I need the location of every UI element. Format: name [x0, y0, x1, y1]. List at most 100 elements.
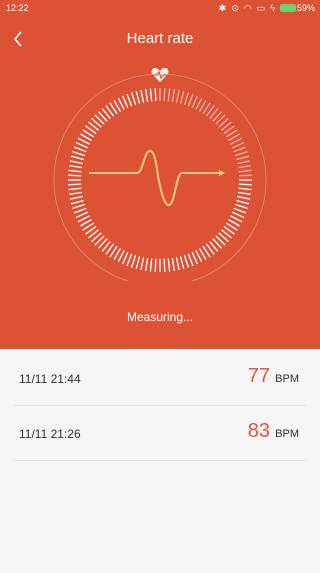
gauge-tick: [237, 191, 251, 196]
gauge-tick: [130, 92, 137, 106]
gauge-tick: [121, 95, 129, 109]
gauge-tick: [72, 150, 86, 157]
gauge-tick: [68, 169, 82, 173]
gauge-tick: [68, 183, 82, 186]
battery-icon: [280, 4, 296, 12]
gauge-tick: [187, 253, 194, 267]
gauge-tick: [69, 195, 83, 200]
gauge-tick: [117, 250, 125, 263]
gauge-ticks: [68, 88, 252, 272]
history-bpm-unit: BPM: [275, 428, 299, 440]
gauge-tick: [73, 146, 87, 153]
gauge-tick: [238, 183, 252, 186]
alarm-icon: ⊙: [231, 3, 239, 13]
gauge-tick: [179, 90, 185, 104]
gauge-tick: [149, 258, 153, 272]
gauge-tick: [167, 258, 171, 272]
gauge-tick: [175, 89, 180, 103]
gauge-tick: [233, 207, 247, 214]
gauge-tick: [231, 211, 245, 219]
gauge-tick: [144, 89, 149, 103]
history-list: 11/11 21:44 77 BPM 11/11 21:26 83 BPM: [0, 349, 320, 573]
gauge-tick: [135, 90, 141, 104]
gauge-tick: [230, 215, 243, 223]
gauge-tick: [154, 258, 157, 272]
measuring-status: Measuring...: [126, 310, 194, 324]
sim-icon: ▭: [256, 3, 266, 13]
status-bar: 12:22 ✱ ⊙ ◠ ▭ ϟ 59%: [0, 0, 320, 18]
bluetooth-icon: ✱: [218, 3, 227, 13]
gauge-tick: [126, 93, 133, 107]
gauge-tick: [171, 257, 176, 271]
battery-percent: 59%: [296, 3, 315, 13]
gauge-tick: [77, 215, 90, 223]
gauge-tick: [77, 137, 90, 145]
gauge-tick: [234, 150, 248, 157]
gauge-tick: [179, 256, 185, 270]
gauge-tick: [73, 207, 87, 214]
gauge-tick: [75, 141, 89, 149]
gauge-tick: [68, 187, 82, 191]
gauge-tick: [70, 199, 84, 205]
gauge-tick: [149, 88, 153, 102]
outer-ring: [53, 73, 267, 287]
gauge-tick: [238, 174, 252, 177]
wifi-icon: ◠: [243, 3, 252, 13]
charging-icon: ϟ: [270, 3, 275, 13]
gauge-tick: [163, 88, 166, 102]
gauge-tick: [135, 256, 141, 270]
gauge-tick: [70, 155, 84, 161]
gauge-tick: [140, 89, 145, 103]
heart-pulse-icon: [151, 67, 169, 82]
gauge-tick: [171, 89, 176, 103]
gauge-tick: [195, 250, 203, 263]
gauge-tick: [69, 164, 83, 169]
gauge-tick: [191, 95, 199, 109]
history-row[interactable]: 11/11 21:44 77 BPM: [0, 351, 320, 407]
history-bpm-value: 77: [247, 365, 270, 387]
history-datetime: 11/11 21:44: [19, 372, 81, 386]
gauge-tick: [154, 88, 157, 102]
gauge-tick: [237, 164, 251, 169]
gauge-tick: [69, 160, 83, 165]
gauge-tick: [238, 169, 252, 173]
history-bpm-value: 83: [247, 420, 270, 442]
gauge-tick: [175, 257, 180, 271]
heart-rate-panel: 12:22 ✱ ⊙ ◠ ▭ ϟ 59% Heart rate Measuring…: [0, 0, 320, 349]
gauge-tick: [126, 253, 133, 267]
gauge-tick: [121, 251, 129, 265]
gauge-tick: [237, 160, 251, 165]
gauge-tick: [191, 251, 199, 265]
gauge-tick: [75, 211, 89, 219]
gauge-tick: [234, 203, 248, 210]
history-bpm-unit: BPM: [275, 373, 299, 385]
gauge-tick: [236, 155, 250, 161]
gauge-tick: [183, 254, 190, 268]
history-row[interactable]: 11/11 21:26 83 BPM: [0, 406, 320, 462]
gauge-tick: [72, 203, 86, 210]
page-title: Heart rate: [126, 30, 194, 47]
waveform: [89, 149, 225, 207]
status-icons: ✱ ⊙ ◠ ▭ ϟ: [219, 3, 296, 13]
gauge-tick: [230, 137, 243, 145]
gauge-tick: [117, 97, 125, 110]
gauge-tick: [236, 199, 250, 205]
gauge-tick: [167, 88, 171, 102]
gauge-tick: [233, 146, 247, 153]
gauge-tick: [231, 141, 245, 149]
history-datetime: 11/11 21:26: [19, 427, 81, 441]
gauge-tick: [183, 92, 190, 106]
gauge-tick: [163, 258, 166, 272]
gauge-tick: [144, 257, 149, 271]
gauge-tick: [130, 254, 137, 268]
gauge-tick: [68, 174, 82, 177]
gauge-tick: [237, 195, 251, 200]
gauge-tick: [69, 191, 83, 196]
row-divider: [14, 460, 306, 461]
status-time: 12:22: [6, 3, 29, 13]
gauge-tick: [187, 93, 194, 107]
gauge-svg: [53, 67, 267, 287]
heart-rate-gauge: [51, 63, 269, 287]
gauge-tick: [195, 97, 203, 110]
gauge-tick: [140, 257, 145, 271]
